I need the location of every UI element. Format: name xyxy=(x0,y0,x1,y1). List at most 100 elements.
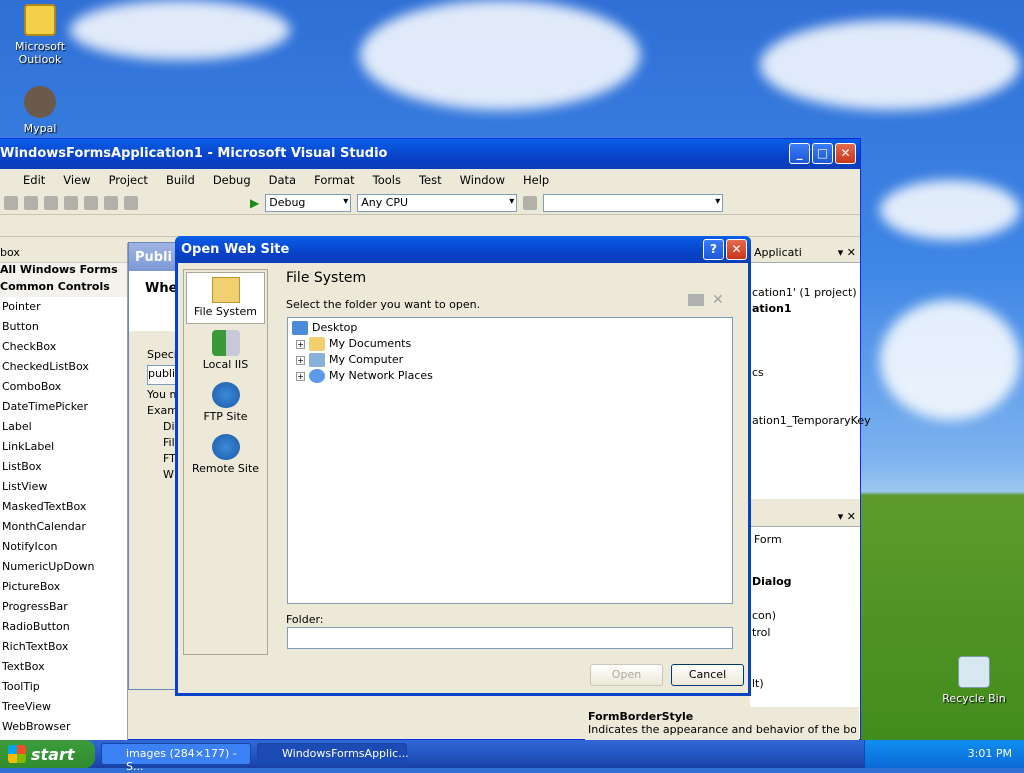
outlook-icon xyxy=(24,4,56,36)
expand-icon[interactable]: + xyxy=(296,371,305,381)
toolbox-item[interactable]: DateTimePicker xyxy=(0,397,127,417)
toolbox-item[interactable]: MonthCalendar xyxy=(0,517,127,537)
menu-project[interactable]: Project xyxy=(100,173,157,187)
menu-view[interactable]: View xyxy=(54,173,99,187)
toolbox-item[interactable]: CheckBox xyxy=(0,337,127,357)
desktop-icon xyxy=(292,321,308,335)
tree-node-my-documents[interactable]: + My Documents xyxy=(292,336,728,352)
toolbox-item[interactable]: PictureBox xyxy=(0,577,127,597)
desktop-icon-recycle-bin[interactable]: Recycle Bin xyxy=(934,656,1014,705)
folder-label: Folder: xyxy=(286,613,324,626)
toolbox-item[interactable]: ListBox xyxy=(0,457,127,477)
new-project-icon[interactable] xyxy=(4,195,18,210)
toolbox-item[interactable]: Button xyxy=(0,317,127,337)
section-title: File System xyxy=(286,270,367,286)
desktop-icon-mypal[interactable]: Mypal xyxy=(0,86,80,135)
help-button[interactable]: ? xyxy=(703,239,724,260)
start-debug-icon[interactable]: ▶ xyxy=(250,196,259,210)
toolbox-category-all[interactable]: All Windows Forms xyxy=(0,263,127,280)
find-icon[interactable] xyxy=(523,195,538,210)
dialog-close-button[interactable]: ✕ xyxy=(726,239,747,260)
property-description: FormBorderStyle Indicates the appearance… xyxy=(585,707,859,741)
location-file-system[interactable]: File System xyxy=(186,272,265,324)
copy-icon[interactable] xyxy=(84,195,98,210)
config-select[interactable]: Debug xyxy=(265,193,352,212)
toolbox-item[interactable]: ProgressBar xyxy=(0,597,127,617)
menu-debug[interactable]: Debug xyxy=(204,173,260,187)
expand-icon[interactable]: + xyxy=(296,339,305,349)
undo-icon[interactable] xyxy=(104,195,118,210)
tree-node-desktop[interactable]: Desktop xyxy=(292,320,728,336)
folder-tree[interactable]: Desktop + My Documents + My Computer + My N… xyxy=(287,317,733,604)
toolbox-item[interactable]: TextBox xyxy=(0,657,127,677)
menu-bar: Edit View Project Build Debug Data Forma… xyxy=(0,169,860,191)
toolbox-item[interactable]: LinkLabel xyxy=(0,437,127,457)
location-local-iis[interactable]: Local IIS xyxy=(184,326,267,378)
start-button[interactable]: start xyxy=(0,740,95,768)
network-icon xyxy=(309,369,325,383)
local-iis-icon xyxy=(211,330,240,356)
properties-panel: ▾ ✕ Form Dialog con) trol lt) xyxy=(750,507,860,739)
toolbox-category-common[interactable]: Common Controls xyxy=(0,280,127,297)
location-ftp-site[interactable]: FTP Site xyxy=(184,378,267,430)
tree-node-my-computer[interactable]: + My Computer xyxy=(292,352,728,368)
tree-node-my-network-places[interactable]: + My Network Places xyxy=(292,368,728,384)
toolbox-item[interactable]: WebBrowser xyxy=(0,717,127,737)
remote-site-icon xyxy=(211,434,240,460)
delete-icon[interactable]: ✕ xyxy=(712,292,724,308)
standard-toolbar: ▶ Debug Any CPU xyxy=(0,191,860,215)
folder-search-icon xyxy=(211,277,240,303)
vs-title-bar[interactable]: WindowsFormsApplication1 - Microsoft Vis… xyxy=(0,139,860,169)
toolbox-item[interactable]: ListView xyxy=(0,477,127,497)
menu-edit[interactable]: Edit xyxy=(14,173,54,187)
properties-object-combo[interactable]: Form xyxy=(752,531,858,549)
folder-input[interactable] xyxy=(287,627,733,649)
instruction-text: Select the folder you want to open. xyxy=(286,298,481,311)
menu-test[interactable]: Test xyxy=(410,173,451,187)
toolbox-item[interactable]: RichTextBox xyxy=(0,637,127,657)
task-visual-studio[interactable]: WindowsFormsApplic... xyxy=(257,743,409,765)
open-button[interactable]: Open xyxy=(590,664,663,686)
menu-data[interactable]: Data xyxy=(260,173,305,187)
toolbox-item[interactable]: RadioButton xyxy=(0,617,127,637)
toolbox-item[interactable]: ComboBox xyxy=(0,377,127,397)
computer-icon xyxy=(309,353,325,367)
desktop-icon-outlook[interactable]: Microsoft Outlook xyxy=(0,4,80,66)
save-icon[interactable] xyxy=(44,195,58,210)
platform-select[interactable]: Any CPU xyxy=(357,193,518,212)
toolbox-item[interactable]: NumericUpDown xyxy=(0,557,127,577)
maximize-button[interactable]: □ xyxy=(812,143,833,164)
toolbox-item[interactable]: NotifyIcon xyxy=(0,537,127,557)
menu-help[interactable]: Help xyxy=(514,173,558,187)
cancel-button[interactable]: Cancel xyxy=(671,664,744,686)
folder-icon xyxy=(309,337,325,351)
menu-build[interactable]: Build xyxy=(157,173,204,187)
toolbox-item[interactable]: Pointer xyxy=(0,297,127,317)
minimize-button[interactable]: _ xyxy=(789,143,810,164)
cut-icon[interactable] xyxy=(64,195,78,210)
toolbox-item[interactable]: ToolTip xyxy=(0,677,127,697)
menu-window[interactable]: Window xyxy=(451,173,514,187)
menu-tools[interactable]: Tools xyxy=(364,173,410,187)
toolbox-item[interactable]: MaskedTextBox xyxy=(0,497,127,517)
clock[interactable]: 3:01 PM xyxy=(968,747,1012,760)
redo-icon[interactable] xyxy=(124,195,138,210)
ftp-site-icon xyxy=(211,382,240,408)
dialog-title-bar[interactable]: Open Web Site ? ✕ xyxy=(175,236,751,263)
find-select[interactable] xyxy=(543,193,724,212)
pane-controls-icon[interactable]: ▾ ✕ xyxy=(838,246,856,259)
expand-icon[interactable]: + xyxy=(296,355,305,365)
new-folder-icon[interactable] xyxy=(688,294,704,306)
toolbox-item[interactable]: Label xyxy=(0,417,127,437)
toolbox-item[interactable]: TreeView xyxy=(0,697,127,717)
pane-controls-icon[interactable]: ▾ ✕ xyxy=(838,510,856,523)
open-file-icon[interactable] xyxy=(24,195,38,210)
location-remote-site[interactable]: Remote Site xyxy=(184,430,267,482)
menu-format[interactable]: Format xyxy=(305,173,364,187)
windows-logo-icon xyxy=(8,745,26,763)
close-button[interactable]: ✕ xyxy=(835,143,856,164)
task-images[interactable]: images (284×177) - S... xyxy=(101,743,251,773)
layout-toolbar xyxy=(0,215,860,237)
toolbox-item[interactable]: CheckedListBox xyxy=(0,357,127,377)
recycle-bin-icon xyxy=(958,656,990,688)
